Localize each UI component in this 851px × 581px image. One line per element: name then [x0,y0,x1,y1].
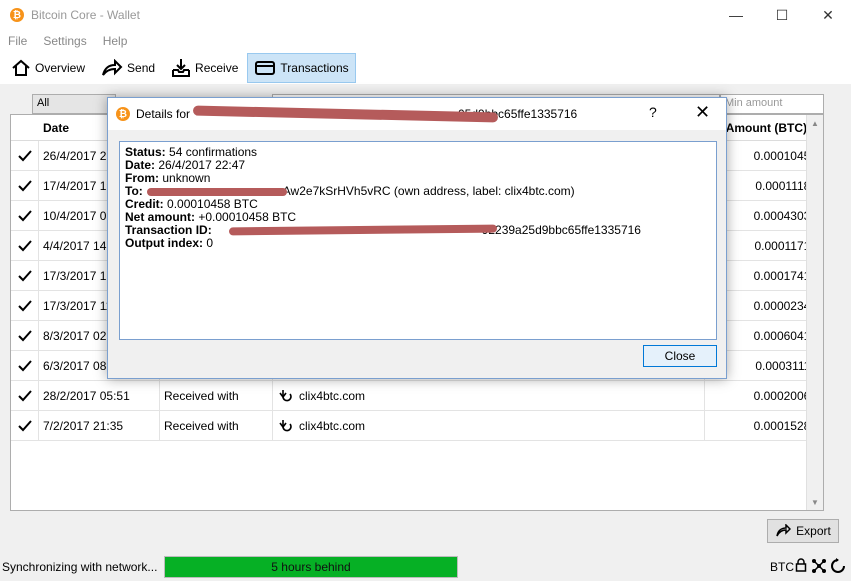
close-window-button[interactable]: ✕ [805,0,851,30]
credit-label: Credit: [125,197,164,211]
transaction-details-text: Status: 54 confirmations Date: 26/4/2017… [119,141,717,340]
window-title: Bitcoin Core - Wallet [31,8,140,22]
syncing-icon[interactable] [831,558,845,574]
status-label: Status: [125,145,166,159]
transaction-id-label: Transaction ID: [125,223,212,237]
maximize-button[interactable]: ☐ [759,0,805,30]
row-label-text: clix4btc.com [299,419,366,433]
send-label: Send [127,61,156,75]
date-value: 26/4/2017 22:47 [158,158,246,172]
menu-help[interactable]: Help [95,34,136,48]
confirmed-check-icon [11,381,39,411]
scroll-up-icon[interactable]: ▲ [807,115,823,131]
menu-settings[interactable]: Settings [35,34,94,48]
type-filter-select[interactable]: All [32,94,116,114]
dialog-close-x-button[interactable]: ✕ [695,102,710,123]
confirmed-check-icon [11,291,39,321]
row-type: Received with [160,381,273,411]
sync-progress-text: 5 hours behind [271,560,351,574]
transaction-details-dialog: ₿ Details for 05d9bbc65ffe1335716 ? ✕ St… [107,97,727,379]
table-row[interactable]: 28/2/2017 05:51 Received with clix4btc.com… [11,381,823,411]
close-button[interactable]: Close [643,345,717,367]
overview-label: Overview [35,61,86,75]
from-label: From: [125,171,159,185]
overview-button[interactable]: Overview [4,53,92,83]
date-column-header[interactable]: Date [43,115,69,141]
unit-label[interactable]: BTC [770,560,794,574]
confirmed-check-icon [11,321,39,351]
credit-value: 0.00010458 BTC [167,197,258,211]
transaction-id-value: 92239a25d9bbc65ffe1335716 [481,223,641,237]
dialog-title-bar: ₿ Details for 05d9bbc65ffe1335716 ? ✕ [108,98,726,130]
status-bar: Synchronizing with network... 5 hours be… [0,552,851,581]
to-label: To: [125,184,143,198]
row-date: 28/2/2017 05:51 [39,381,160,411]
to-value: Aw2e7kSrHVh5vRC (own address, label: cli… [282,184,575,198]
scroll-down-icon[interactable]: ▼ [807,494,823,510]
table-row[interactable]: 7/2/2017 21:35 Received with clix4btc.com 0… [11,411,823,441]
redaction-mark [147,188,287,196]
output-index-label: Output index: [125,236,203,250]
export-label: Export [796,524,831,538]
received-arrow-icon [279,420,292,432]
sync-progress-bar: 5 hours behind [164,556,458,578]
receive-inbox-icon [172,59,191,77]
send-arrow-icon [102,59,123,76]
confirmed-check-icon [11,201,39,231]
confirmed-check-icon [11,171,39,201]
dialog-title-prefix: Details for [136,107,191,121]
send-button[interactable]: Send [94,53,162,83]
receive-button[interactable]: Receive [164,53,245,83]
from-value: unknown [162,171,211,185]
net-amount-label: Net amount: [125,210,195,224]
redaction-mark [192,105,499,123]
export-button[interactable]: Export [767,519,839,543]
receive-label: Receive [195,61,239,75]
row-type: Received with [160,411,273,441]
network-icon[interactable] [811,558,827,574]
transactions-label: Transactions [280,61,349,75]
minimize-button[interactable]: — [713,0,759,30]
net-amount-value: +0.00010458 BTC [198,210,297,224]
credit-card-icon [255,61,276,75]
lock-icon[interactable] [795,558,807,572]
confirmed-check-icon [11,261,39,291]
confirmed-check-icon [11,411,39,441]
export-icon [776,524,792,537]
menu-bar: File Settings Help [0,30,851,52]
redaction-mark [228,224,498,236]
help-button[interactable]: ? [649,104,657,120]
status-value: 54 confirmations [169,145,258,159]
date-label: Date: [125,158,156,172]
row-label: clix4btc.com [273,411,705,441]
table-scrollbar[interactable]: ▲ ▼ [806,115,823,510]
confirmed-check-icon [11,231,39,261]
row-label: clix4btc.com [273,381,705,411]
confirmed-check-icon [11,141,39,171]
toolbar: Overview Send Receive Transactions [0,52,851,84]
received-arrow-icon [279,390,292,402]
sync-status-text: Synchronizing with network... [2,560,158,574]
output-index-value: 0 [206,236,214,250]
row-label-text: clix4btc.com [299,389,366,403]
home-icon [12,59,30,76]
min-amount-input[interactable]: Min amount [720,94,824,114]
bitcoin-logo-icon: ₿ [10,8,24,22]
row-date: 7/2/2017 21:35 [39,411,160,441]
bitcoin-logo-icon: ₿ [116,107,130,121]
title-bar: ₿ Bitcoin Core - Wallet — ☐ ✕ [0,0,851,30]
menu-file[interactable]: File [0,34,35,48]
transactions-button[interactable]: Transactions [247,53,356,83]
confirmed-check-icon [11,351,39,381]
